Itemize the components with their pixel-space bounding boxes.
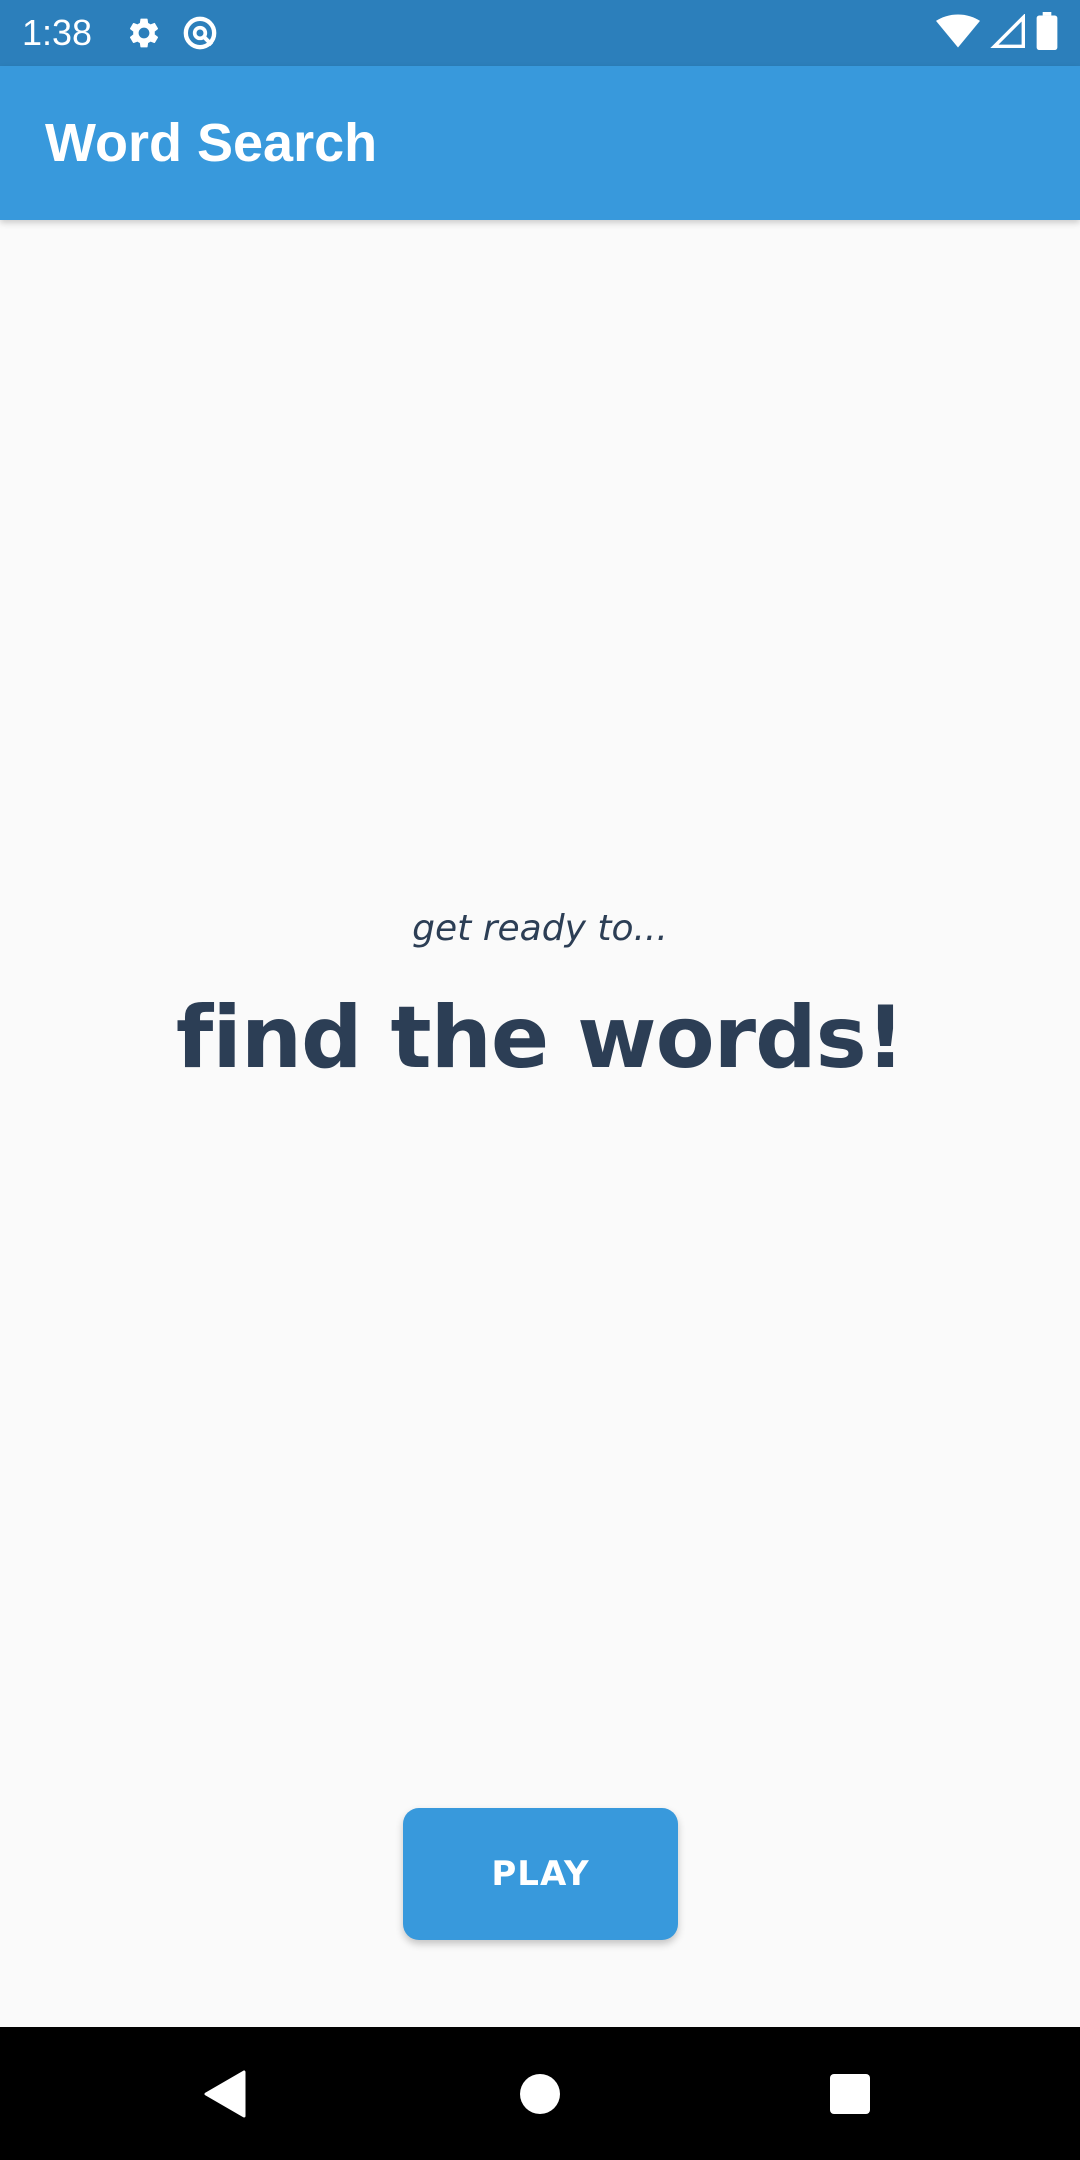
subtitle-text: get ready to...	[412, 908, 668, 949]
signal-icon	[990, 12, 1026, 53]
battery-icon	[1036, 11, 1058, 55]
back-icon	[204, 2070, 246, 2117]
headline-text: find the words!	[175, 988, 905, 1088]
play-button[interactable]: PLAY	[403, 1808, 678, 1940]
app-title: Word Search	[45, 113, 378, 173]
status-right-group	[936, 11, 1058, 55]
status-bar: 1:38	[0, 0, 1080, 66]
data-saver-icon	[178, 11, 222, 55]
recents-icon	[830, 2073, 870, 2114]
home-button[interactable]	[460, 2027, 620, 2160]
app-bar: Word Search	[0, 66, 1080, 220]
status-time: 1:38	[22, 12, 93, 53]
wifi-icon	[936, 14, 980, 53]
home-icon	[520, 2073, 560, 2114]
back-button[interactable]	[146, 2027, 306, 2160]
navigation-bar	[0, 2027, 1080, 2160]
recents-button[interactable]	[770, 2027, 930, 2160]
screen: 1:38 Word Search get ready to... find th…	[0, 0, 1080, 2160]
gear-icon	[122, 11, 166, 55]
